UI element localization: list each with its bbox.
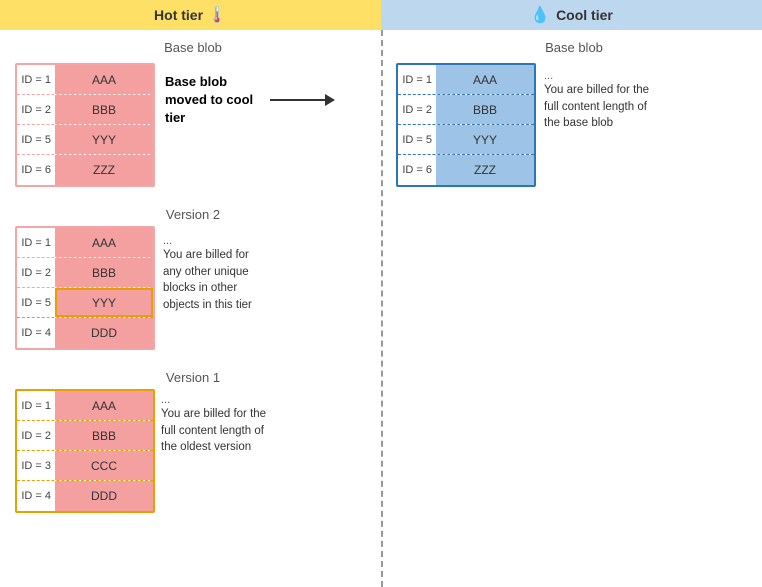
thermometer-icon: 🌡️: [207, 5, 227, 25]
hot-version2-section: Version 2 ID = 1 AAA ID = 2 BBB ID = 5 Y…: [15, 207, 371, 350]
row-cell: AAA: [55, 391, 153, 420]
hot-tier-label: Hot tier: [154, 7, 203, 23]
row-id: ID = 1: [17, 237, 55, 249]
hot-base-blob-title: Base blob: [15, 40, 371, 55]
row-id: ID = 1: [17, 400, 55, 412]
version2-annotation: You are billed forany other uniqueblocks…: [163, 247, 252, 314]
row-cell: AAA: [55, 228, 153, 257]
row-id: ID = 1: [398, 74, 436, 86]
row-cell: ZZZ: [55, 155, 153, 185]
arrow-label: Base blob moved to cool tier: [165, 73, 270, 128]
row-cell: DDD: [55, 481, 153, 511]
cool-base-annotation-group: ... You are billed for thefull content l…: [544, 67, 649, 132]
cool-base-blob-table: ID = 1 AAA ID = 2 BBB ID = 5 YYY ID = 6 …: [396, 63, 536, 187]
table-row: ID = 2 BBB: [17, 258, 153, 288]
cool-base-ellipsis: ...: [544, 70, 553, 82]
table-row: ID = 4 DDD: [17, 318, 153, 348]
table-row: ID = 6 ZZZ: [398, 155, 534, 185]
table-row: ID = 3 CCC: [17, 451, 153, 481]
hot-version2-area: ID = 1 AAA ID = 2 BBB ID = 5 YYY ID = 4 …: [15, 226, 371, 350]
row-id: ID = 4: [17, 490, 55, 502]
arrow-graphic: [270, 94, 335, 106]
cool-base-annotation: You are billed for thefull content lengt…: [544, 82, 649, 132]
tier-divider: [381, 30, 383, 587]
arrow-head: [325, 94, 335, 106]
header: Hot tier 🌡️ 💧 Cool tier: [0, 0, 762, 30]
table-row: ID = 4 DDD: [17, 481, 153, 511]
version2-ellipsis: ...: [163, 235, 172, 247]
row-cell: DDD: [55, 318, 153, 348]
row-cell: AAA: [436, 65, 534, 94]
row-id: ID = 5: [398, 134, 436, 146]
row-cell: AAA: [55, 65, 153, 94]
cool-tier-label: Cool tier: [556, 7, 613, 23]
row-id: ID = 5: [17, 134, 55, 146]
row-cell: YYY: [55, 125, 153, 154]
cool-base-blob-area: ID = 1 AAA ID = 2 BBB ID = 5 YYY ID = 6 …: [396, 63, 752, 187]
hot-side-panel: Base blob ID = 1 AAA ID = 2 BBB ID = 5: [0, 30, 381, 587]
row-id: ID = 6: [398, 164, 436, 176]
row-cell: BBB: [55, 95, 153, 124]
arrow-shaft: [270, 99, 325, 101]
table-row: ID = 2 BBB: [398, 95, 534, 125]
arrow-group: Base blob moved to cool tier: [165, 73, 335, 128]
row-id: ID = 5: [17, 297, 55, 309]
table-row: ID = 1 AAA: [17, 65, 153, 95]
version2-annotation-group: ... You are billed forany other uniquebl…: [163, 232, 252, 314]
row-cell: ZZZ: [436, 155, 534, 185]
hot-version2-title: Version 2: [15, 207, 371, 222]
table-row: ID = 1 AAA: [398, 65, 534, 95]
row-id: ID = 4: [17, 327, 55, 339]
row-cell: CCC: [55, 451, 153, 480]
version1-ellipsis: ...: [161, 394, 170, 406]
hot-base-blob-table-wrapper: ID = 1 AAA ID = 2 BBB ID = 5 YYY ID =: [15, 63, 155, 187]
row-id: ID = 3: [17, 460, 55, 472]
row-id: ID = 2: [17, 430, 55, 442]
cool-side-panel: Base blob ID = 1 AAA ID = 2 BBB ID = 5 Y…: [381, 30, 762, 587]
row-cell-highlighted: YYY: [55, 288, 153, 317]
hot-version1-area: ID = 1 AAA ID = 2 BBB ID = 3 CCC ID = 4 …: [15, 389, 371, 513]
table-row: ID = 6 ZZZ: [17, 155, 153, 185]
version1-annotation: You are billed for thefull content lengt…: [161, 406, 266, 456]
cool-icon: 💧: [530, 5, 550, 25]
table-row: ID = 5 YYY: [17, 125, 153, 155]
hot-version2-table: ID = 1 AAA ID = 2 BBB ID = 5 YYY ID = 4 …: [15, 226, 155, 350]
row-cell: BBB: [55, 258, 153, 287]
hot-base-blob-section: Base blob ID = 1 AAA ID = 2 BBB ID = 5: [15, 40, 371, 187]
hot-tier-header: Hot tier 🌡️: [0, 0, 381, 30]
hot-version1-section: Version 1 ID = 1 AAA ID = 2 BBB ID = 3 C…: [15, 370, 371, 513]
row-id: ID = 2: [17, 267, 55, 279]
hot-base-blob-area: ID = 1 AAA ID = 2 BBB ID = 5 YYY ID =: [15, 63, 371, 187]
cool-base-blob-title: Base blob: [396, 40, 752, 55]
table-row: ID = 1 AAA: [17, 228, 153, 258]
version1-annotation-group: ... You are billed for thefull content l…: [161, 391, 266, 456]
row-id: ID = 2: [17, 104, 55, 116]
hot-version1-table: ID = 1 AAA ID = 2 BBB ID = 3 CCC ID = 4 …: [15, 389, 155, 513]
row-id: ID = 1: [17, 74, 55, 86]
row-id: ID = 2: [398, 104, 436, 116]
cool-tier-header: 💧 Cool tier: [381, 0, 762, 30]
row-id: ID = 6: [17, 164, 55, 176]
table-row: ID = 1 AAA: [17, 391, 153, 421]
main-content: Base blob ID = 1 AAA ID = 2 BBB ID = 5: [0, 30, 762, 587]
row-cell: BBB: [55, 421, 153, 450]
row-cell: YYY: [436, 125, 534, 154]
cool-base-blob-section: Base blob ID = 1 AAA ID = 2 BBB ID = 5 Y…: [396, 40, 752, 187]
row-cell: BBB: [436, 95, 534, 124]
table-row: ID = 2 BBB: [17, 95, 153, 125]
hot-version1-title: Version 1: [15, 370, 371, 385]
table-row: ID = 2 BBB: [17, 421, 153, 451]
table-row-highlighted: ID = 5 YYY: [17, 288, 153, 318]
table-row: ID = 5 YYY: [398, 125, 534, 155]
hot-base-blob-table: ID = 1 AAA ID = 2 BBB ID = 5 YYY ID =: [15, 63, 155, 187]
